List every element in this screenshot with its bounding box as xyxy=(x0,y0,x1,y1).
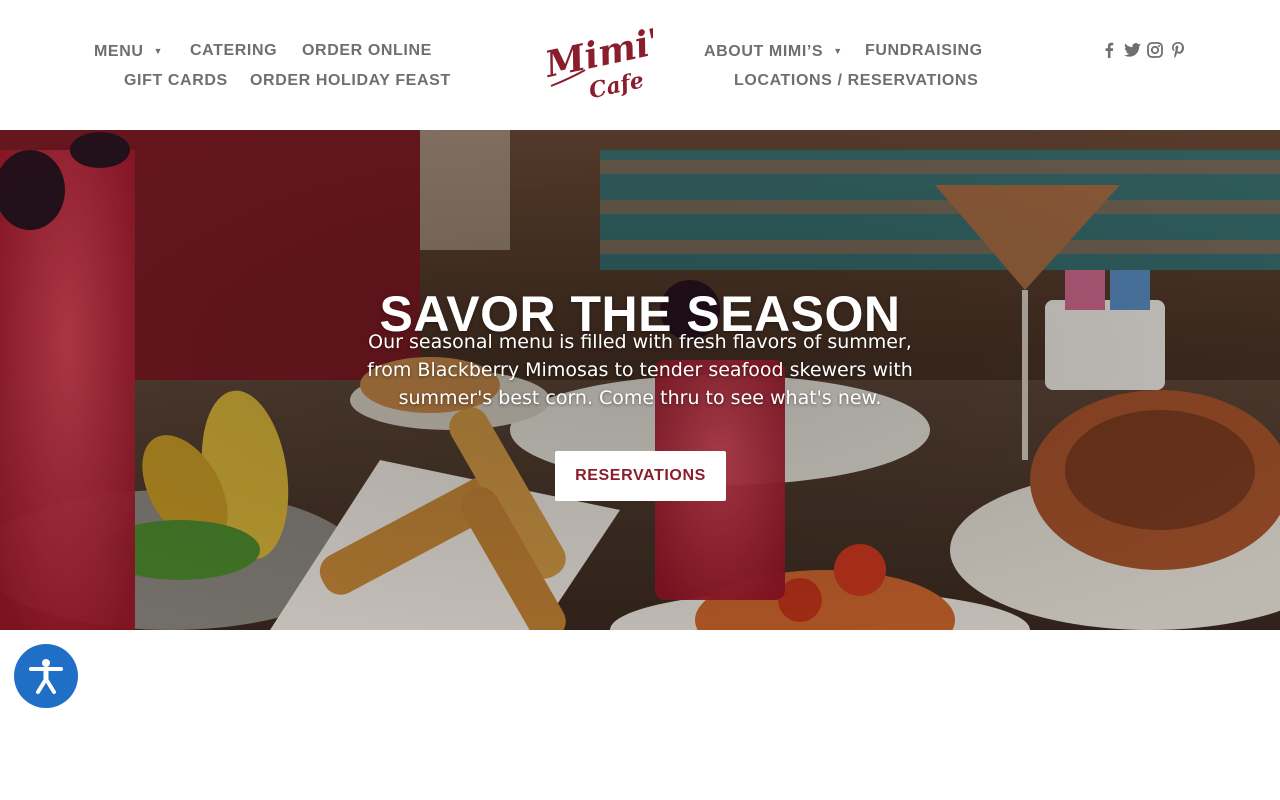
nav-locations-reservations[interactable]: LOCATIONS / RESERVATIONS xyxy=(734,71,978,91)
pinterest-icon[interactable] xyxy=(1168,40,1188,60)
instagram-icon[interactable] xyxy=(1145,40,1165,60)
nav-catering[interactable]: CATERING xyxy=(190,41,277,61)
hero-description: Our seasonal menu is filled with fresh f… xyxy=(367,331,913,409)
accessibility-button[interactable] xyxy=(14,644,78,708)
reservations-button[interactable]: RESERVATIONS xyxy=(555,451,726,501)
nav-menu[interactable]: MENU ▼ xyxy=(94,41,163,62)
accessibility-icon xyxy=(29,659,63,694)
mimis-cafe-logo[interactable]: Mimi's Cafe xyxy=(540,16,684,104)
chevron-down-icon: ▼ xyxy=(833,46,843,56)
nav-menu-label: MENU xyxy=(94,43,144,60)
site-header: MENU ▼ CATERING ORDER ONLINE GIFT CARDS O… xyxy=(0,0,1280,130)
nav-order-holiday-feast[interactable]: ORDER HOLIDAY FEAST xyxy=(250,71,451,91)
logo-graphic: Mimi's Cafe xyxy=(540,16,684,104)
chevron-down-icon: ▼ xyxy=(153,46,164,56)
hero-banner: SAVOR THE SEASON Our seasonal menu is fi… xyxy=(0,130,1280,630)
nav-gift-cards[interactable]: GIFT CARDS xyxy=(124,71,228,91)
nav-order-online[interactable]: ORDER ONLINE xyxy=(302,41,432,61)
nav-about-label: ABOUT MIMI’S xyxy=(704,43,824,60)
twitter-icon[interactable] xyxy=(1122,40,1142,60)
nav-about-mimis[interactable]: ABOUT MIMI’S ▼ xyxy=(704,41,843,62)
facebook-icon[interactable] xyxy=(1099,40,1119,60)
nav-fundraising[interactable]: FUNDRAISING xyxy=(865,41,983,61)
